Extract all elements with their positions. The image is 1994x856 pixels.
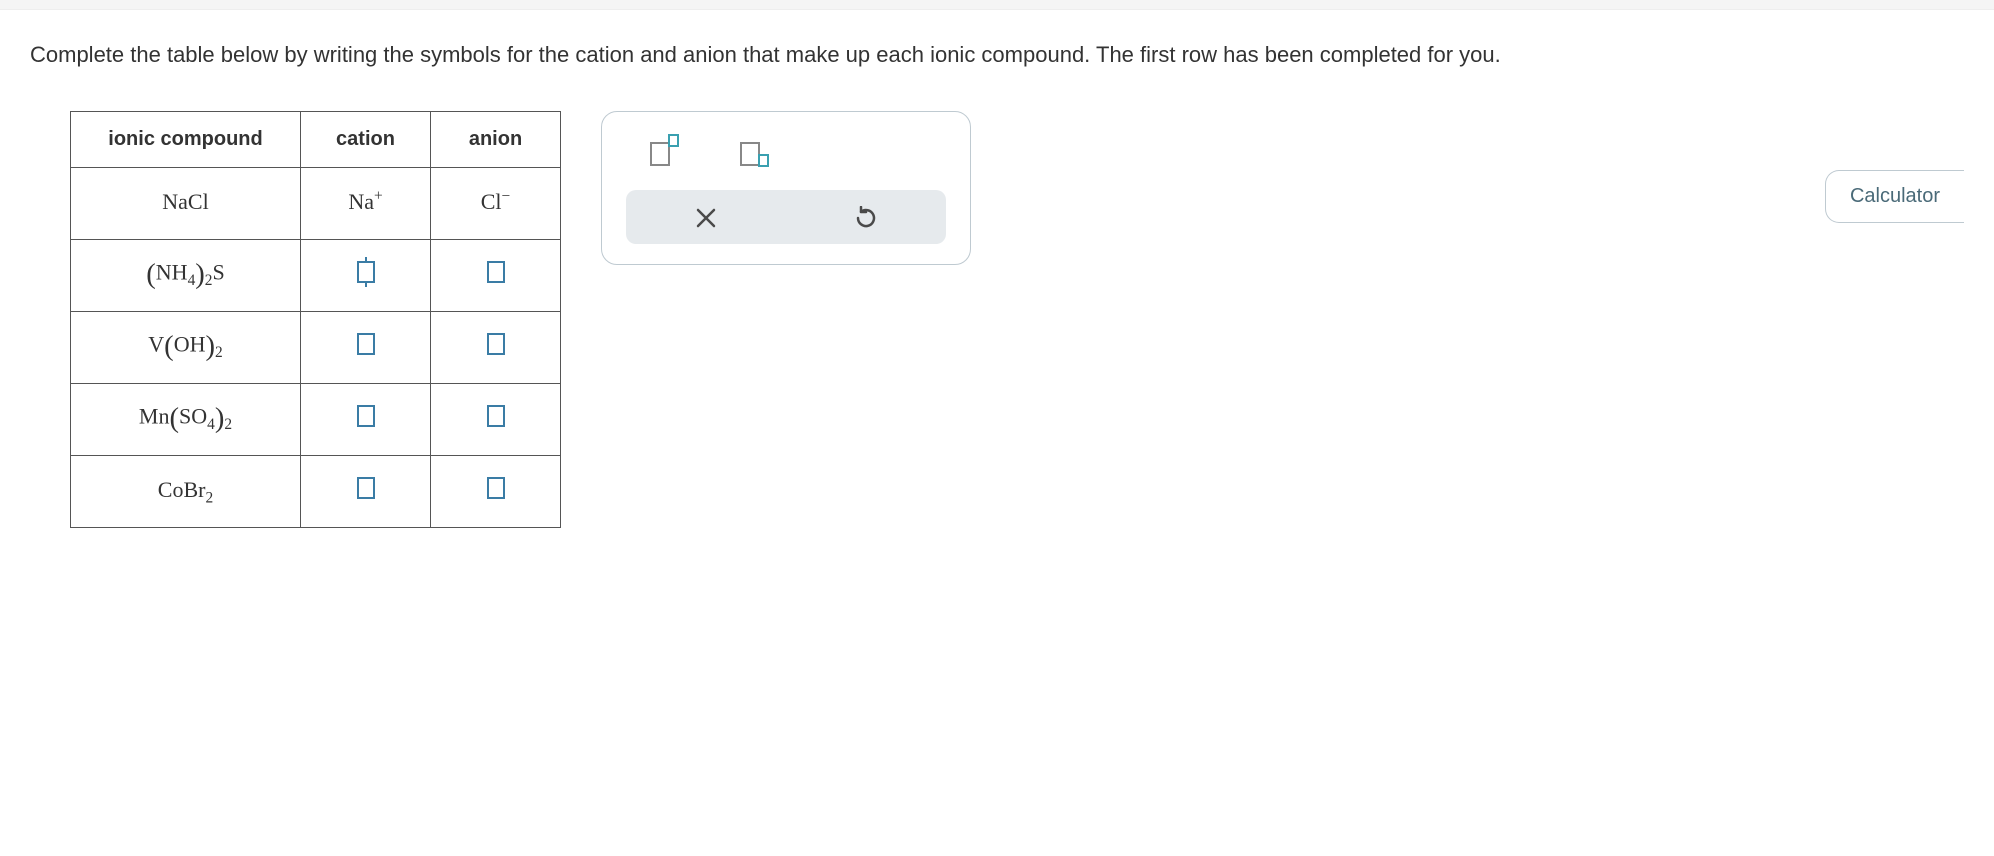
reset-button[interactable]: [796, 204, 936, 230]
table-row: CoBr2: [71, 455, 561, 527]
top-bar: [0, 0, 1994, 10]
cation-cell: [301, 311, 431, 383]
anion-input[interactable]: [487, 477, 505, 499]
table-row: (NH4)2S: [71, 239, 561, 311]
small-square-icon: [758, 154, 769, 167]
cation-input[interactable]: [357, 477, 375, 499]
header-anion: anion: [431, 111, 561, 167]
header-compound: ionic compound: [71, 111, 301, 167]
answer-table: ionic compound cation anion NaCl Na+ Cl− (N…: [70, 111, 561, 528]
table-row: V(OH)2: [71, 311, 561, 383]
cation-cell: [301, 383, 431, 455]
anion-input[interactable]: [487, 333, 505, 355]
compound-formula: Mn(SO4)2: [139, 405, 232, 434]
anion-value: Cl−: [481, 191, 510, 213]
compound-cell: (NH4)2S: [71, 239, 301, 311]
square-icon: [650, 142, 670, 166]
cation-cell: [301, 455, 431, 527]
cation-input[interactable]: [357, 333, 375, 355]
compound-cell: NaCl: [71, 167, 301, 239]
anion-cell: [431, 239, 561, 311]
cation-input[interactable]: [357, 261, 375, 283]
anion-cell: Cl−: [431, 167, 561, 239]
compound-formula: (NH4)2S: [146, 261, 225, 290]
calculator-button[interactable]: Calculator: [1825, 170, 1964, 223]
table-row: Mn(SO4)2: [71, 383, 561, 455]
compound-formula: CoBr2: [158, 479, 213, 501]
anion-cell: [431, 311, 561, 383]
anion-input[interactable]: [487, 261, 505, 283]
header-cation: cation: [301, 111, 431, 167]
answer-table-wrap: ionic compound cation anion NaCl Na+ Cl− (N…: [70, 111, 561, 528]
undo-icon: [854, 206, 878, 230]
close-icon: [695, 207, 717, 229]
cation-cell: Na+: [301, 167, 431, 239]
anion-cell: [431, 383, 561, 455]
compound-cell: CoBr2: [71, 455, 301, 527]
question-container: Complete the table below by writing the …: [0, 10, 1994, 528]
compound-formula: NaCl: [162, 191, 208, 213]
table-row: NaCl Na+ Cl−: [71, 167, 561, 239]
small-square-icon: [668, 134, 679, 147]
cation-cell: [301, 239, 431, 311]
formula-toolbox: [601, 111, 971, 265]
anion-input[interactable]: [487, 405, 505, 427]
cation-value: Na+: [348, 191, 382, 213]
question-prompt: Complete the table below by writing the …: [30, 40, 1780, 71]
compound-cell: Mn(SO4)2: [71, 383, 301, 455]
cation-input[interactable]: [357, 405, 375, 427]
subscript-tool-button[interactable]: [736, 132, 776, 172]
anion-cell: [431, 455, 561, 527]
square-icon: [740, 142, 760, 166]
compound-formula: V(OH)2: [148, 333, 222, 362]
clear-button[interactable]: [636, 204, 776, 230]
compound-cell: V(OH)2: [71, 311, 301, 383]
superscript-tool-button[interactable]: [646, 132, 686, 172]
